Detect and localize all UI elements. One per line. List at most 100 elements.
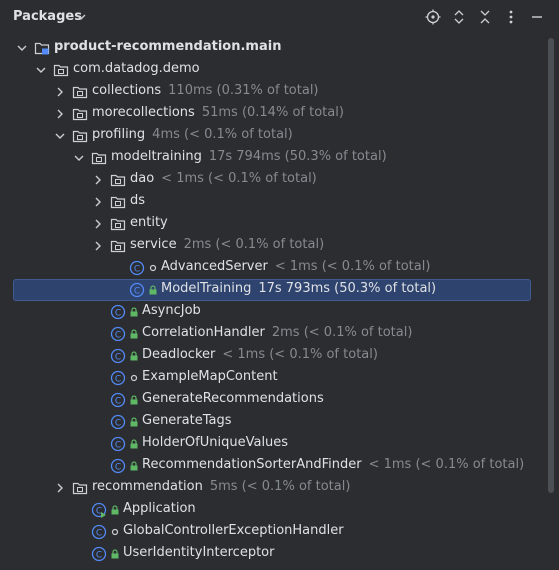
panel-title[interactable]: Packages [13, 9, 82, 24]
chevron-right-icon[interactable] [91, 195, 105, 209]
item-metric: < 1ms (< 0.1% of total) [274, 259, 431, 274]
package-icon [72, 108, 88, 121]
tree-item-label: GlobalControllerExceptionHandler [123, 523, 344, 538]
lock-icon [111, 505, 119, 515]
svg-text:C: C [134, 287, 140, 297]
tree-row-class-examplemapcontent[interactable]: C ExampleMapContent [0, 367, 546, 389]
package-icon [91, 152, 107, 165]
chevron-down-icon[interactable] [15, 41, 29, 55]
item-metric: < 1ms (< 0.1% of total) [161, 171, 317, 186]
tree-item-label: entity [130, 215, 168, 230]
item-name: com.datadog.demo [73, 61, 200, 76]
tree-row-module-product-recommendation-main[interactable]: product-recommendation.main [0, 37, 546, 59]
class-icon: C [110, 348, 126, 364]
tree-item-label: morecollections 51ms (0.14% of total) [92, 105, 344, 120]
item-name: service [130, 237, 177, 252]
tree-row-class-generaterecommendations[interactable]: C GenerateRecommendations [0, 389, 546, 411]
chevron-down-icon[interactable] [72, 151, 86, 165]
tree-item-label: recommendation 5ms (< 0.1% of total) [92, 479, 350, 494]
item-metric: 4ms (< 0.1% of total) [152, 127, 293, 142]
chevron-right-icon[interactable] [53, 481, 67, 495]
tree-row-class-generatetags[interactable]: C GenerateTags [0, 411, 546, 433]
tree-row-package-profiling[interactable]: profiling 4ms (< 0.1% of total) [0, 125, 546, 147]
item-name: ExampleMapContent [142, 369, 278, 384]
tree-item-label: RecommendationSorterAndFinder < 1ms (< 0.… [142, 457, 524, 472]
chevron-down-icon[interactable] [53, 129, 67, 143]
circle-icon [130, 374, 138, 382]
svg-text:C: C [115, 375, 121, 385]
class-icon: C [91, 524, 107, 540]
svg-text:C: C [96, 529, 102, 539]
vertical-scrollbar[interactable] [548, 38, 554, 493]
collapse-all-icon[interactable] [477, 9, 493, 25]
item-name: product-recommendation.main [54, 39, 282, 54]
item-name: Application [123, 501, 196, 516]
item-metric: 2ms (< 0.1% of total) [271, 325, 413, 340]
tree-item-label: service 2ms (< 0.1% of total) [130, 237, 324, 252]
lock-icon [130, 351, 138, 361]
item-name: dao [130, 171, 155, 186]
tree-row-class-correlationhandler[interactable]: C CorrelationHandler 2ms (< 0.1% of total) [0, 323, 546, 345]
tree-row-class-asyncjob[interactable]: C AsyncJob [0, 301, 546, 323]
package-icon [110, 218, 126, 231]
svg-text:C: C [134, 265, 140, 275]
tree-row-package-modeltraining[interactable]: modeltraining 17s 794ms (50.3% of total) [0, 147, 546, 169]
chevron-right-icon[interactable] [53, 85, 67, 99]
chevron-right-icon[interactable] [91, 217, 105, 231]
chevron-down-icon[interactable] [74, 10, 88, 24]
lock-icon [111, 549, 119, 559]
tree-row-package-ds[interactable]: ds [0, 191, 546, 213]
tree-item-label: GenerateRecommendations [142, 391, 324, 406]
tree-item-label: dao < 1ms (< 0.1% of total) [130, 171, 317, 186]
item-name: profiling [92, 127, 146, 142]
package-icon [53, 64, 69, 77]
tree-item-label: Application [123, 501, 196, 516]
expand-all-icon[interactable] [451, 9, 467, 25]
tree-row-class-globalcontrollerexceptionhandler[interactable]: C GlobalControllerExceptionHandler [0, 521, 546, 543]
package-icon [110, 240, 126, 253]
tree-item-label: GenerateTags [142, 413, 232, 428]
tree-row-class-application[interactable]: C Application [0, 499, 546, 521]
package-icon [72, 482, 88, 495]
item-name: UserIdentityInterceptor [123, 545, 275, 560]
package-icon [72, 130, 88, 143]
minimize-icon[interactable] [529, 9, 545, 25]
tree-row-class-advancedserver[interactable]: C AdvancedServer < 1ms (< 0.1% of total) [0, 257, 546, 279]
tree-row-package-recommendation[interactable]: recommendation 5ms (< 0.1% of total) [0, 477, 546, 499]
more-icon[interactable] [503, 9, 519, 25]
tree-row-package-collections[interactable]: collections 110ms (0.31% of total) [0, 81, 546, 103]
packages-header: Packages [0, 0, 559, 34]
svg-text:C: C [115, 309, 121, 319]
lock-icon [130, 329, 138, 339]
item-name: RecommendationSorterAndFinder [142, 457, 362, 472]
crosshair-icon[interactable] [425, 9, 441, 25]
tree-item-label: collections 110ms (0.31% of total) [92, 83, 319, 98]
tree-row-class-useridentityinterceptor[interactable]: C UserIdentityInterceptor [0, 543, 546, 565]
tree-row-package-com-datadog-demo[interactable]: com.datadog.demo [0, 59, 546, 81]
tree-row-package-morecollections[interactable]: morecollections 51ms (0.14% of total) [0, 103, 546, 125]
tree-row-package-entity[interactable]: entity [0, 213, 546, 235]
svg-text:C: C [115, 353, 121, 363]
package-icon [72, 86, 88, 99]
run-class-icon: C [91, 502, 107, 518]
tree-row-class-modeltraining[interactable]: C ModelTraining 17s 793ms (50.3% of total) [0, 279, 546, 301]
tree-row-package-service[interactable]: service 2ms (< 0.1% of total) [0, 235, 546, 257]
item-metric: < 1ms (< 0.1% of total) [222, 347, 378, 362]
tree-row-class-deadlocker[interactable]: C Deadlocker < 1ms (< 0.1% of total) [0, 345, 546, 367]
item-name: GenerateRecommendations [142, 391, 324, 406]
chevron-right-icon[interactable] [91, 173, 105, 187]
lock-icon [130, 439, 138, 449]
svg-text:C: C [115, 397, 121, 407]
tree-row-class-holderofuniquevalues[interactable]: C HolderOfUniqueValues [0, 433, 546, 455]
chevron-right-icon[interactable] [91, 239, 105, 253]
item-metric: 5ms (< 0.1% of total) [209, 479, 351, 494]
item-name: GlobalControllerExceptionHandler [123, 523, 344, 538]
tree-row-package-dao[interactable]: dao < 1ms (< 0.1% of total) [0, 169, 546, 191]
svg-text:C: C [96, 551, 102, 561]
lock-icon [130, 461, 138, 471]
lock-icon [130, 307, 138, 317]
chevron-right-icon[interactable] [53, 107, 67, 121]
tree-row-class-recommendationsorterandfinder[interactable]: C RecommendationSorterAndFinder < 1ms (< 0… [0, 455, 546, 477]
tree-item-label: CorrelationHandler 2ms (< 0.1% of total) [142, 325, 412, 340]
chevron-down-icon[interactable] [34, 63, 48, 77]
